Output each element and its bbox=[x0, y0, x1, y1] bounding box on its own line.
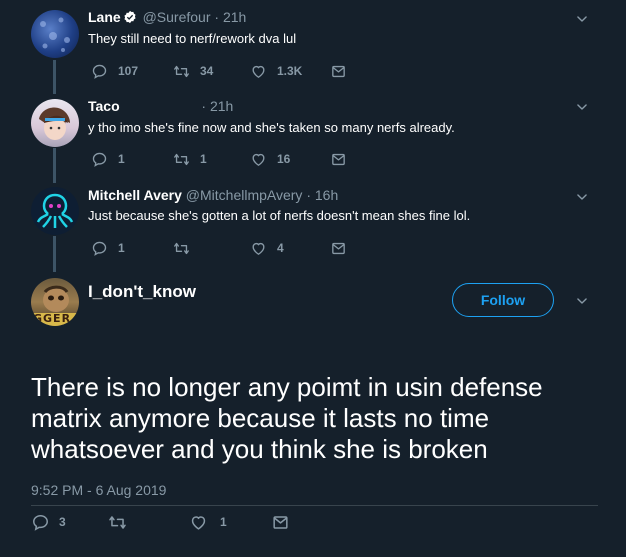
tweet-header: Taco · 21h bbox=[88, 98, 233, 114]
like-count: 1.3K bbox=[277, 64, 303, 78]
retweet-count: 34 bbox=[200, 64, 214, 78]
avatar[interactable]: GGER bbox=[31, 278, 79, 326]
tweet-timestamp[interactable]: 9:52 PM - 6 Aug 2019 bbox=[31, 482, 166, 498]
divider bbox=[31, 505, 598, 506]
like-icon bbox=[250, 63, 267, 80]
chevron-down-icon[interactable] bbox=[575, 294, 589, 308]
like-icon bbox=[250, 240, 267, 257]
separator-dot: · bbox=[306, 187, 311, 203]
chevron-down-icon[interactable] bbox=[575, 100, 589, 114]
like-count: 16 bbox=[277, 152, 291, 166]
envelope-icon bbox=[271, 513, 290, 532]
separator-dot: · bbox=[214, 9, 220, 25]
avatar[interactable] bbox=[31, 99, 79, 147]
reply-count: 107 bbox=[118, 64, 139, 78]
reply-icon bbox=[91, 63, 108, 80]
retweet-button[interactable] bbox=[108, 512, 137, 532]
reply-icon bbox=[91, 151, 108, 168]
reply-button[interactable]: 3 bbox=[31, 512, 66, 532]
tweet-text: They still need to nerf/rework dva lul bbox=[88, 31, 297, 46]
avatar[interactable] bbox=[31, 187, 79, 235]
avatar-overlay-text: GGER bbox=[33, 312, 72, 325]
handle[interactable]: @MitchellmpAvery bbox=[186, 187, 303, 203]
envelope-icon bbox=[330, 151, 347, 168]
timestamp[interactable]: 16h bbox=[315, 187, 338, 203]
tweet-mitchell-avery[interactable]: Mitchell Avery @MitchellmpAvery · 16h Ju… bbox=[0, 180, 626, 270]
chevron-down-icon[interactable] bbox=[575, 12, 589, 26]
tweet-text: Just because she's gotten a lot of nerfs… bbox=[88, 208, 471, 223]
display-name[interactable]: Taco bbox=[88, 98, 120, 114]
reply-button[interactable]: 1 bbox=[91, 238, 125, 258]
reply-icon bbox=[31, 513, 50, 532]
avatar[interactable] bbox=[31, 10, 79, 58]
tweet-lane[interactable]: Lane @Surefour · 21h They still need to … bbox=[0, 0, 626, 90]
like-icon bbox=[250, 151, 267, 168]
like-button[interactable]: 1.3K bbox=[250, 61, 302, 81]
chevron-down-icon[interactable] bbox=[575, 190, 589, 204]
separator-dot: · bbox=[201, 98, 207, 114]
envelope-icon bbox=[330, 63, 347, 80]
tweet-header: Lane @Surefour · 21h bbox=[88, 9, 246, 25]
tweet-actions: 1 1 16 bbox=[88, 149, 388, 169]
envelope-icon bbox=[330, 240, 347, 257]
main-tweet-text: There is no longer any poimt in usin def… bbox=[31, 372, 543, 464]
reply-icon bbox=[91, 240, 108, 257]
retweet-icon bbox=[108, 513, 127, 532]
dm-button[interactable] bbox=[330, 238, 357, 258]
timestamp[interactable]: 21h bbox=[223, 9, 246, 25]
retweet-button[interactable]: 34 bbox=[173, 61, 213, 81]
dm-button[interactable] bbox=[330, 61, 357, 81]
verified-badge-icon bbox=[124, 10, 136, 24]
like-count: 1 bbox=[220, 515, 227, 529]
follow-button[interactable]: Follow bbox=[452, 283, 554, 317]
retweet-icon bbox=[173, 151, 190, 168]
display-name[interactable]: I_don't_know bbox=[88, 282, 196, 302]
tweet-header: Mitchell Avery @MitchellmpAvery · 16h bbox=[88, 187, 338, 203]
like-button[interactable]: 4 bbox=[250, 238, 284, 258]
reply-count: 3 bbox=[59, 515, 66, 529]
reply-button[interactable]: 1 bbox=[91, 149, 125, 169]
retweet-button[interactable]: 1 bbox=[173, 149, 207, 169]
reply-count: 1 bbox=[118, 241, 125, 255]
tweet-actions: 1 4 bbox=[88, 238, 388, 258]
like-button[interactable]: 1 bbox=[189, 512, 227, 532]
like-count: 4 bbox=[277, 241, 284, 255]
timestamp[interactable]: 21h bbox=[210, 98, 233, 114]
reply-count: 1 bbox=[118, 152, 125, 166]
like-icon bbox=[189, 513, 208, 532]
retweet-button[interactable] bbox=[173, 238, 200, 258]
reply-button[interactable]: 107 bbox=[91, 61, 138, 81]
dm-button[interactable] bbox=[330, 149, 357, 169]
tweet-taco[interactable]: Taco · 21h y tho imo she's fine now and … bbox=[0, 90, 626, 180]
retweet-count: 1 bbox=[200, 152, 207, 166]
tweet-actions: 107 34 1.3K bbox=[88, 61, 388, 81]
main-tweet-actions: 3 1 bbox=[31, 512, 331, 534]
tweet-text: y tho imo she's fine now and she's taken… bbox=[88, 120, 455, 135]
handle[interactable]: @Surefour bbox=[143, 9, 211, 25]
retweet-icon bbox=[173, 63, 190, 80]
like-button[interactable]: 16 bbox=[250, 149, 290, 169]
dm-button[interactable] bbox=[271, 512, 300, 532]
display-name[interactable]: Lane bbox=[88, 9, 121, 25]
display-name[interactable]: Mitchell Avery bbox=[88, 187, 182, 203]
retweet-icon bbox=[173, 240, 190, 257]
